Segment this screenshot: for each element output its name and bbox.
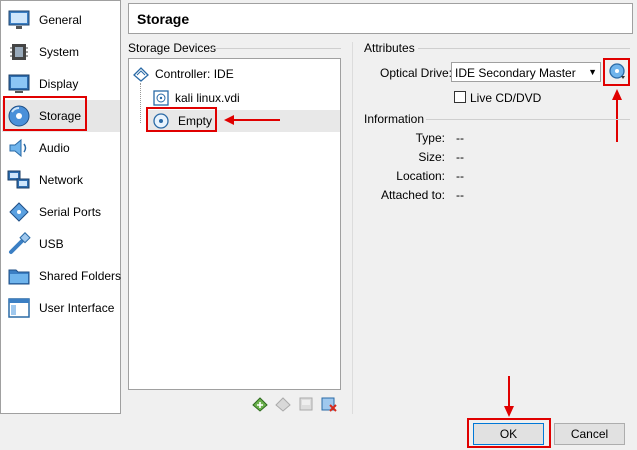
sidebar-item-user-interface[interactable]: User Interface <box>2 292 120 324</box>
info-attached-key: Attached to: <box>380 188 445 202</box>
storage-highlight-box <box>3 96 87 131</box>
info-location-value: -- <box>456 169 464 183</box>
tree-disk-label: kali linux.vdi <box>175 91 240 105</box>
optical-drive-value: IDE Secondary Master <box>455 66 576 80</box>
sidebar-item-label: USB <box>39 237 64 251</box>
sidebar-item-label: Shared Folders <box>39 269 122 283</box>
serial-port-icon <box>9 202 29 222</box>
sidebar-item-label: User Interface <box>39 301 115 315</box>
window-icon <box>8 298 30 318</box>
disc-button-highlight-box <box>603 58 630 86</box>
display-icon <box>8 74 30 93</box>
chevron-down-icon: ▼ <box>588 67 597 77</box>
sidebar-item-label: Display <box>39 77 79 91</box>
arrow-to-ok <box>504 376 514 417</box>
info-type-key: Type: <box>415 131 445 145</box>
info-size-key: Size: <box>418 150 445 164</box>
folder-icon <box>8 269 30 285</box>
sidebar-item-label: Serial Ports <box>39 205 102 219</box>
optical-drive-label: Optical Drive: <box>380 66 453 80</box>
ok-highlight-box <box>467 418 551 448</box>
group-divider <box>212 48 341 49</box>
empty-highlight-box <box>146 107 217 132</box>
settings-sidebar: General System Display Storage Audio Net… <box>0 0 121 414</box>
sidebar-item-label: Network <box>39 173 84 187</box>
info-attached-value: -- <box>456 188 464 202</box>
network-icon <box>7 170 30 189</box>
sidebar-item-serial-ports[interactable]: Serial Ports <box>2 196 120 228</box>
sidebar-item-network[interactable]: Network <box>2 164 120 196</box>
sidebar-item-shared-folders[interactable]: Shared Folders <box>2 260 122 292</box>
page-header: Storage <box>128 3 633 34</box>
storage-devices-label: Storage Devices <box>128 41 217 55</box>
arrow-to-disc-button <box>612 89 622 142</box>
remove-controller-icon <box>275 397 291 412</box>
tree-controller-label: Controller: IDE <box>155 67 234 81</box>
information-label: Information <box>364 112 425 126</box>
info-location-key: Location: <box>396 169 445 183</box>
info-size-value: -- <box>456 150 464 164</box>
live-cd-label: Live CD/DVD <box>470 91 542 105</box>
chip-icon <box>10 44 28 60</box>
sidebar-item-label: Audio <box>39 141 70 155</box>
optical-drive-select[interactable]: IDE Secondary Master ▼ <box>451 62 601 82</box>
sidebar-item-label: System <box>39 45 80 59</box>
monitor-icon <box>8 10 30 29</box>
group-divider <box>426 119 630 120</box>
arrow-to-empty <box>224 115 280 125</box>
sidebar-item-usb[interactable]: USB <box>2 228 120 260</box>
tree-branch-line <box>140 83 141 123</box>
attributes-label: Attributes <box>364 41 415 55</box>
usb-icon <box>9 232 31 254</box>
cancel-button[interactable]: Cancel <box>554 423 625 445</box>
info-type-value: -- <box>456 131 464 145</box>
group-divider <box>418 48 630 49</box>
add-controller-icon[interactable] <box>252 396 268 412</box>
sidebar-item-general[interactable]: General <box>2 4 120 36</box>
sidebar-item-label: General <box>39 13 82 27</box>
add-attachment-icon <box>299 397 313 411</box>
speaker-icon <box>9 138 27 158</box>
panel-divider <box>352 42 353 414</box>
sidebar-item-audio[interactable]: Audio <box>2 132 120 164</box>
sidebar-item-system[interactable]: System <box>2 36 120 68</box>
hard-disk-icon <box>153 90 169 106</box>
controller-icon <box>133 67 149 82</box>
live-cd-checkbox[interactable] <box>454 91 466 103</box>
page-title: Storage <box>137 11 190 27</box>
remove-attachment-icon[interactable] <box>321 396 337 412</box>
